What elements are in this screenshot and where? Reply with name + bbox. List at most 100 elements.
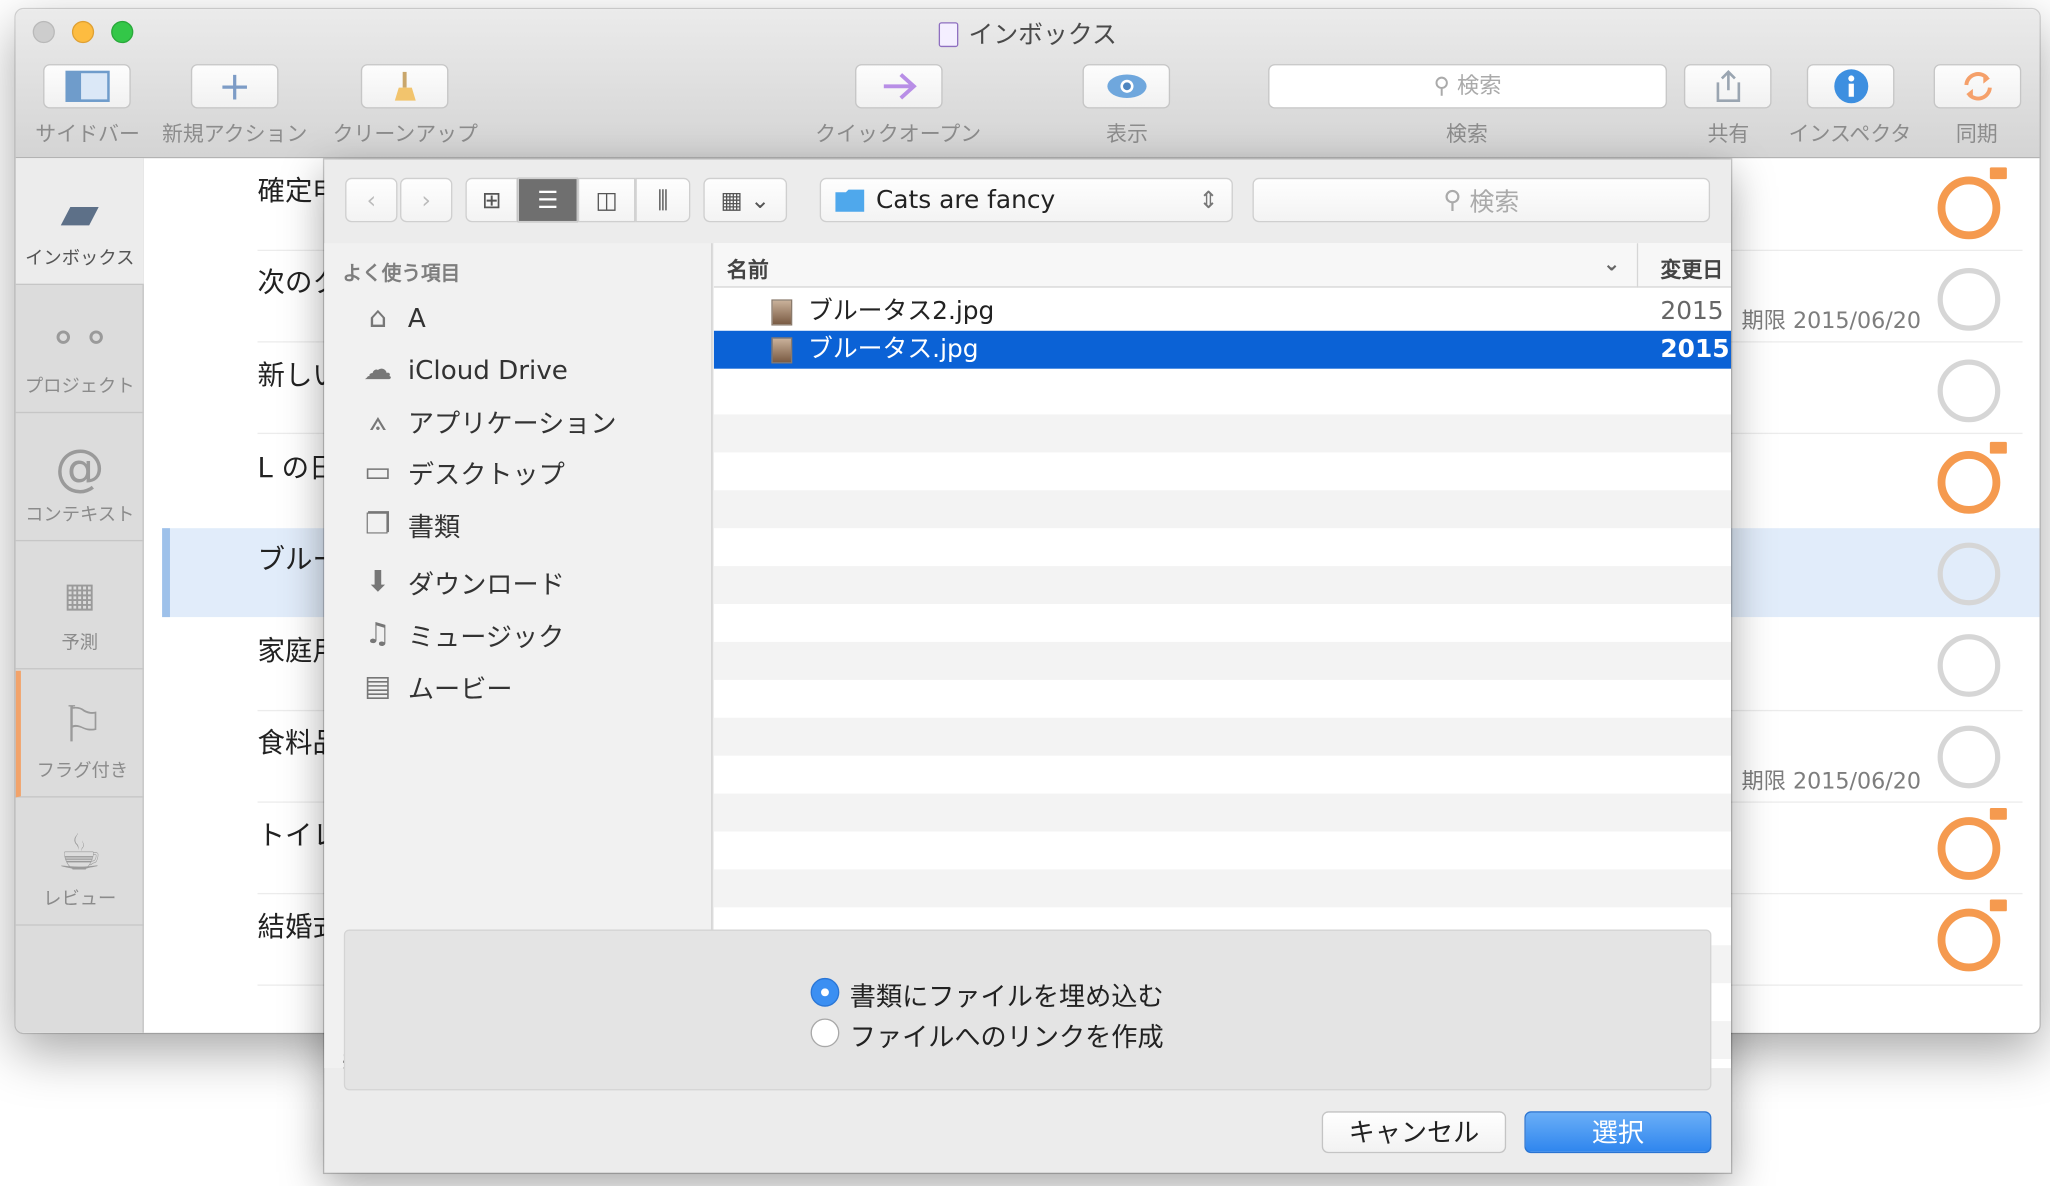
sidebar-item-label: 予測 (61, 632, 99, 654)
plus-icon: + (218, 63, 252, 110)
view-icons-button[interactable]: ⊞ (465, 177, 518, 223)
embed-option-label[interactable]: 書類にファイルを埋め込む (850, 975, 1164, 1013)
sidebar-item-home[interactable]: ⌂ A (358, 298, 426, 337)
sidebar-item-review[interactable]: ☕ レビュー (15, 799, 144, 926)
sidebar-item-music[interactable]: ♫ ミュージック (358, 614, 564, 653)
at-sign-icon: @ (54, 439, 105, 497)
list-icon: ☰ (537, 186, 559, 214)
sidebar-item-icloud[interactable]: ☁ iCloud Drive (358, 350, 567, 389)
column-header: 名前 ⌄ 変更日 (713, 243, 1731, 288)
cancel-button[interactable]: キャンセル (1321, 1111, 1507, 1154)
sidebar-item-movies[interactable]: ▤ ムービー (358, 667, 512, 706)
favorite-label: ダウンロード (407, 568, 565, 600)
arrange-button[interactable]: ▦ ⌄ (703, 177, 788, 223)
sidebar-item-label: レビュー (43, 889, 117, 910)
cloud-icon: ☁ (363, 353, 393, 387)
inspector-button[interactable] (1806, 64, 1895, 109)
favorite-label: ムービー (407, 672, 513, 705)
sidebar-item-label: インボックス (25, 248, 135, 270)
forward-button[interactable]: › (400, 177, 453, 223)
view-coverflow-button[interactable]: ⫼ (635, 177, 691, 223)
flag-icon (1989, 807, 2007, 820)
home-icon: ⌂ (368, 301, 387, 335)
dialog-search-input[interactable]: ⚲ 検索 (1252, 177, 1711, 223)
folder-icon (835, 189, 865, 212)
new-action-button[interactable]: + (190, 63, 279, 110)
inspector-label: インスペクタ (1788, 121, 1912, 147)
import-options-panel: 書類にファイルを埋め込む ファイルへのリンクを作成 (343, 929, 1712, 1091)
sidebar-item-label: プロジェクト (24, 376, 135, 398)
quick-open-button[interactable] (855, 64, 943, 109)
task-checkbox[interactable] (1937, 359, 2001, 423)
sidebar-item-downloads[interactable]: ⬇ ダウンロード (358, 562, 565, 601)
sidebar-icon (64, 70, 110, 102)
modified-column-header[interactable]: 変更日 (1660, 252, 1723, 283)
task-checkbox[interactable] (1937, 817, 2001, 880)
share-button[interactable] (1683, 64, 1772, 109)
chevron-left-icon: ‹ (366, 186, 377, 214)
sync-label: 同期 (1955, 121, 1998, 147)
row-stripe (713, 717, 1731, 756)
row-stripe (713, 566, 1731, 605)
favorite-label: デスクトップ (407, 458, 565, 490)
location-name: Cats are fancy (875, 185, 1056, 215)
sidebar-item-inbox[interactable]: ▰ インボックス (15, 158, 144, 286)
view-button[interactable] (1082, 64, 1171, 109)
view-columns-button[interactable]: ◫ (577, 177, 636, 223)
cleanup-label: クリーンアップ (332, 121, 478, 147)
share-icon (1715, 70, 1740, 102)
sidebar-item-applications[interactable]: ⟑ アプリケーション (358, 401, 617, 440)
task-checkbox[interactable] (1937, 268, 2001, 331)
task-checkbox[interactable] (1937, 725, 2001, 789)
share-label: 共有 (1707, 121, 1750, 147)
sidebar-toggle-button[interactable] (43, 64, 131, 109)
name-column-header[interactable]: 名前 (727, 252, 769, 283)
arrow-right-icon (883, 73, 917, 100)
link-option-label[interactable]: ファイルへのリンクを作成 (850, 1016, 1164, 1054)
file-row[interactable]: ブルータス2.jpg 2015年 (714, 293, 1731, 363)
sidebar-item-contexts[interactable]: @ コンテキスト (15, 414, 144, 542)
flag-icon (1989, 899, 2007, 912)
sidebar-item-flagged[interactable]: ⚐ フラグ付き (15, 670, 144, 798)
sync-button[interactable] (1933, 64, 2022, 109)
sidebar-item-desktop[interactable]: ▭ デスクトップ (358, 452, 565, 491)
file-row-selected[interactable]: ブルータス.jpg 2015年 (713, 330, 1731, 401)
coverflow-icon: ⫼ (657, 186, 669, 214)
window-title-text: インボックス (968, 20, 1117, 50)
arrange-grid-icon: ▦ ⌄ (720, 186, 770, 214)
sidebar-item-forecast[interactable]: ▦ 予測 (15, 543, 144, 670)
magnifier-icon: ⚲ (1433, 73, 1450, 100)
file-name: ブルータス2.jpg (807, 296, 995, 326)
favorite-label: アプリケーション (407, 407, 617, 439)
image-file-icon (771, 337, 793, 364)
document-icon (938, 22, 959, 48)
sidebar-item-documents[interactable]: ❐ 書類 (358, 505, 460, 544)
choose-button[interactable]: 選択 (1524, 1111, 1712, 1154)
toolbar-search-input[interactable]: ⚲ 検索 (1268, 64, 1667, 109)
broom-icon (394, 71, 416, 101)
back-button[interactable]: ‹ (345, 177, 398, 223)
due-date-label: 期限 2015/06/20 (1741, 768, 1922, 795)
sort-chevron-icon: ⌄ (1602, 251, 1621, 276)
flag-icon (1989, 167, 2007, 180)
view-list-button[interactable]: ☰ (517, 177, 578, 223)
cleanup-button[interactable] (360, 64, 449, 109)
row-stripe (713, 641, 1731, 680)
toolbar-search-placeholder: 検索 (1456, 73, 1502, 100)
file-date: 2015年 (1660, 334, 1730, 402)
column-divider (1636, 243, 1639, 288)
open-file-dialog: ‹ › ⊞ ☰ ◫ ⫼ ▦ ⌄ Cats are fancy ⇕ ⚲ 検索 よく… (324, 159, 1731, 1173)
task-checkbox[interactable] (1937, 176, 2001, 240)
task-checkbox[interactable] (1937, 634, 2001, 697)
magnifier-icon: ⚲ (1443, 185, 1462, 215)
sidebar-item-label: フラグ付き (36, 760, 129, 782)
task-checkbox[interactable] (1937, 542, 2001, 606)
task-checkbox[interactable] (1937, 908, 2001, 972)
sidebar-item-projects[interactable]: ⚬⚬ プロジェクト (15, 286, 144, 414)
view-label: 表示 (1106, 121, 1148, 147)
row-stripe (713, 414, 1731, 453)
embed-radio[interactable] (810, 977, 840, 1007)
location-popup[interactable]: Cats are fancy ⇕ (819, 177, 1233, 223)
task-checkbox[interactable] (1937, 451, 2001, 514)
link-radio[interactable] (810, 1018, 840, 1048)
